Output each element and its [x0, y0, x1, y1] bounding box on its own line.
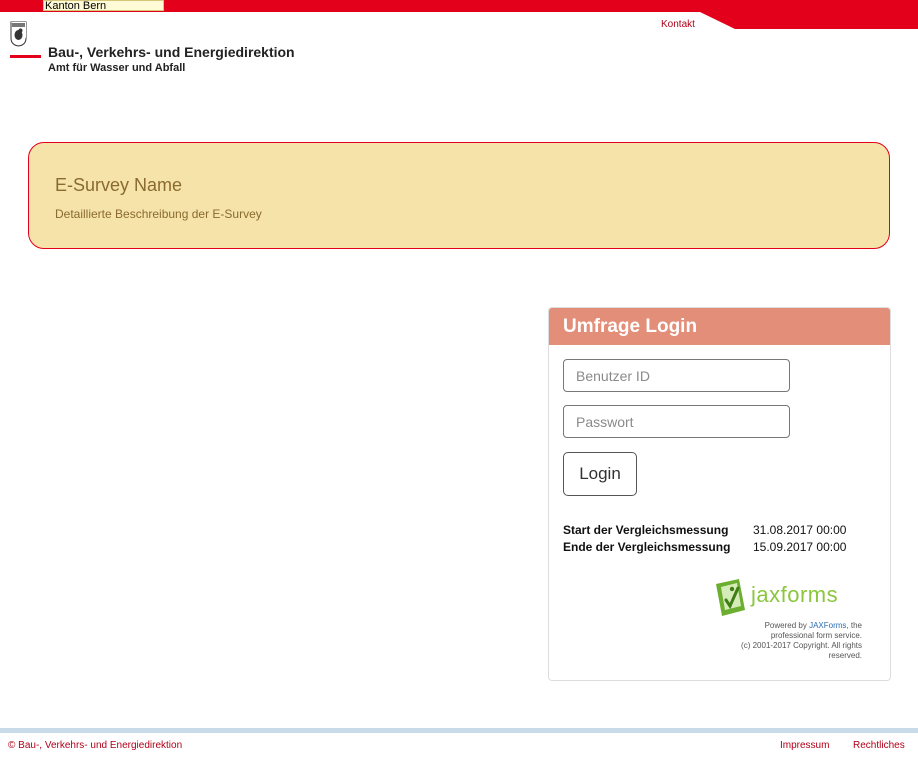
bern-crest-icon [10, 21, 27, 47]
end-date-value: 15.09.2017 00:00 [753, 539, 847, 554]
footer-divider [0, 728, 918, 733]
powered-by-text: Powered by JAXForms, the professional fo… [732, 621, 862, 661]
survey-banner: E-Survey Name Detaillierte Beschreibung … [28, 142, 890, 249]
jaxforms-logo-text: jaxforms [751, 582, 839, 607]
footer-impressum-link[interactable]: Impressum [780, 740, 829, 751]
login-panel: Umfrage Login Login Start der Vergleichs… [548, 307, 891, 681]
password-input[interactable] [563, 405, 790, 438]
survey-title: E-Survey Name [55, 175, 183, 195]
measurement-dates: Start der Vergleichsmessung 31.08.2017 0… [563, 521, 846, 555]
start-date-value: 31.08.2017 00:00 [753, 522, 847, 537]
footer-rechtliches-link[interactable]: Rechtliches [853, 740, 905, 751]
login-panel-heading: Umfrage Login [549, 308, 890, 345]
header-title: Bau-, Verkehrs- und Energiedirektion [48, 44, 295, 60]
header-subtitle: Amt für Wasser und Abfall [48, 62, 186, 74]
start-date-label: Start der Vergleichsmessung [563, 522, 729, 537]
top-red-tab [700, 12, 918, 29]
login-button[interactable]: Login [563, 452, 637, 496]
powered-prefix: Powered by [764, 621, 807, 630]
jaxforms-link[interactable]: JAXForms [809, 621, 846, 630]
kanton-label: Kanton Bern [43, 0, 164, 11]
survey-description: Detaillierte Beschreibung der E-Survey [55, 207, 262, 221]
header-red-line [10, 55, 41, 58]
start-date-row: Start der Vergleichsmessung 31.08.2017 0… [563, 521, 846, 538]
jaxforms-copyright: (c) 2001-2017 Copyright. All rights rese… [741, 641, 862, 660]
user-id-input[interactable] [563, 359, 790, 392]
kontakt-link[interactable]: Kontakt [661, 19, 695, 30]
end-date-row: Ende der Vergleichsmessung 15.09.2017 00… [563, 538, 846, 555]
end-date-label: Ende der Vergleichsmessung [563, 539, 731, 554]
footer-copyright: © Bau-, Verkehrs- und Energiedirektion [8, 740, 183, 751]
